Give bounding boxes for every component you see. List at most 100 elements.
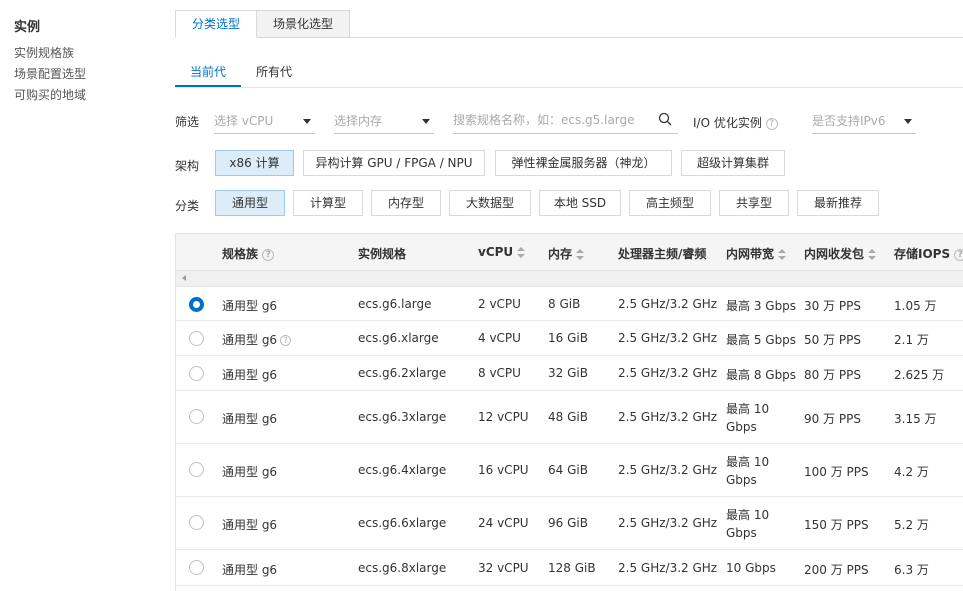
memory-select[interactable]: 选择内存 bbox=[334, 110, 434, 134]
cell-memory: 96 GiB bbox=[548, 516, 588, 530]
search-placeholder: 搜索规格名称，如：ecs.g5.large bbox=[453, 113, 635, 127]
category-option-high-frequency[interactable]: 高主频型 bbox=[629, 190, 711, 216]
scroll-left-icon[interactable] bbox=[182, 275, 186, 281]
spec-search-input[interactable]: 搜索规格名称，如：ecs.g5.large bbox=[453, 110, 678, 134]
category-label: 分类 bbox=[175, 199, 200, 213]
cell-bandwidth: 最高 3 Gbps bbox=[726, 299, 797, 313]
sidebar-item-regions[interactable]: 可购买的地域 bbox=[14, 86, 86, 103]
cell-bandwidth: 最高 8 Gbps bbox=[726, 368, 797, 382]
help-icon[interactable]: ? bbox=[954, 248, 963, 261]
horizontal-scrollbar[interactable] bbox=[176, 271, 963, 287]
row-radio[interactable] bbox=[189, 560, 204, 575]
ipv6-select[interactable]: 是否支持IPv6 bbox=[812, 110, 916, 134]
cell-vcpu: 32 vCPU bbox=[478, 561, 529, 575]
cell-spec: ecs.g6.large bbox=[358, 297, 432, 311]
arch-option-x86[interactable]: x86 计算 bbox=[215, 150, 294, 176]
search-icon[interactable] bbox=[658, 112, 672, 126]
row-radio[interactable] bbox=[189, 366, 204, 381]
cell-family: 通用型 g6 bbox=[222, 368, 278, 382]
column-header-family[interactable]: 规格族 ? bbox=[222, 245, 275, 262]
cell-pps: 50 万 PPS bbox=[804, 333, 861, 347]
column-header-vcpu-label: vCPU bbox=[478, 245, 514, 259]
io-optimized-filter[interactable]: I/O 优化实例 ? bbox=[693, 114, 778, 131]
category-option-big-data[interactable]: 大数据型 bbox=[449, 190, 531, 216]
row-radio[interactable] bbox=[189, 409, 204, 424]
sidebar-item-instance-families[interactable]: 实例规格族 bbox=[14, 44, 74, 61]
cell-memory: 128 GiB bbox=[548, 561, 596, 575]
tab-category-selection[interactable]: 分类选型 bbox=[175, 10, 258, 38]
column-header-iops[interactable]: 存储IOPS ? bbox=[894, 245, 963, 262]
category-option-compute[interactable]: 计算型 bbox=[293, 190, 363, 216]
tab-scenario-selection[interactable]: 场景化选型 bbox=[257, 10, 351, 38]
vcpu-select-placeholder: 选择 vCPU bbox=[214, 114, 274, 128]
column-header-spec: 实例规格 bbox=[358, 247, 407, 261]
memory-select-placeholder: 选择内存 bbox=[334, 114, 383, 128]
category-option-recommended[interactable]: 最新推荐 bbox=[797, 190, 879, 216]
cell-iops: 2.1 万 bbox=[894, 333, 929, 347]
column-header-bandwidth-label: 内网带宽 bbox=[726, 247, 775, 261]
column-header-memory[interactable]: 内存 bbox=[548, 245, 585, 262]
category-option-shared[interactable]: 共享型 bbox=[719, 190, 789, 216]
arch-option-bare-metal[interactable]: 弹性裸金属服务器（神龙） bbox=[495, 150, 672, 176]
chevron-down-icon bbox=[303, 119, 311, 124]
tab-current-generation[interactable]: 当前代 bbox=[175, 60, 242, 87]
cell-pps: 100 万 PPS bbox=[804, 465, 869, 479]
category-option-memory[interactable]: 内存型 bbox=[371, 190, 441, 216]
column-header-memory-label: 内存 bbox=[548, 247, 573, 261]
cell-cpu-frequency: 2.5 GHz/3.2 GHz bbox=[618, 297, 718, 311]
help-icon[interactable]: ? bbox=[280, 335, 292, 346]
table-row[interactable]: 通用型 g6 ecs.g6.2xlarge 8 vCPU 32 GiB 2.5 … bbox=[176, 356, 963, 391]
row-radio[interactable] bbox=[189, 515, 204, 530]
row-radio[interactable] bbox=[189, 297, 204, 312]
cell-family: 通用型 g6? bbox=[222, 331, 292, 348]
table-row[interactable]: 通用型 g6 ecs.g6.6xlarge 24 vCPU 96 GiB 2.5… bbox=[176, 497, 963, 550]
sidebar-title: 实例 bbox=[14, 20, 41, 35]
cell-iops: 4.2 万 bbox=[894, 465, 929, 479]
cell-memory: 64 GiB bbox=[548, 463, 588, 477]
cell-iops: 1.05 万 bbox=[894, 299, 937, 313]
cell-pps: 200 万 PPS bbox=[804, 563, 869, 577]
cell-vcpu: 16 vCPU bbox=[478, 463, 529, 477]
category-option-general[interactable]: 通用型 bbox=[215, 190, 285, 216]
cell-iops: 5.2 万 bbox=[894, 518, 929, 532]
cell-spec: ecs.g6.2xlarge bbox=[358, 366, 447, 380]
column-header-pps[interactable]: 内网收发包 bbox=[804, 245, 877, 262]
column-header-cpu-frequency: 处理器主频/睿频 bbox=[618, 247, 707, 261]
cell-pps: 30 万 PPS bbox=[804, 299, 861, 313]
table-header: 规格族 ? 实例规格 vCPU 内存 处理器主频/睿频 内网带宽 内网收发包 存… bbox=[176, 233, 963, 271]
vcpu-select[interactable]: 选择 vCPU bbox=[214, 110, 315, 134]
arch-label: 架构 bbox=[175, 159, 200, 173]
sidebar: 实例 实例规格族 场景配置选型 可购买的地域 bbox=[0, 0, 160, 591]
cell-memory: 8 GiB bbox=[548, 297, 581, 311]
help-icon[interactable]: ? bbox=[262, 248, 275, 261]
sidebar-item-scenario-config[interactable]: 场景配置选型 bbox=[14, 65, 86, 82]
tab-all-generations[interactable]: 所有代 bbox=[241, 60, 307, 87]
cell-vcpu: 2 vCPU bbox=[478, 297, 521, 311]
cell-pps: 150 万 PPS bbox=[804, 518, 869, 532]
row-radio[interactable] bbox=[189, 462, 204, 477]
category-option-local-ssd[interactable]: 本地 SSD bbox=[539, 190, 621, 216]
table-row[interactable]: 通用型 g6 ecs.g6.large 2 vCPU 8 GiB 2.5 GHz… bbox=[176, 288, 963, 321]
column-header-vcpu[interactable]: vCPU bbox=[478, 245, 526, 259]
generation-tabs: 当前代 所有代 bbox=[175, 60, 307, 88]
cell-iops: 2.625 万 bbox=[894, 368, 945, 382]
row-radio[interactable] bbox=[189, 331, 204, 346]
main-tabs: 分类选型 场景化选型 bbox=[175, 10, 351, 38]
table-row[interactable]: 通用型 g6 ecs.g6.8xlarge 32 vCPU 128 GiB 2.… bbox=[176, 550, 963, 586]
column-header-bandwidth[interactable]: 内网带宽 bbox=[726, 245, 787, 262]
cell-memory: 16 GiB bbox=[548, 331, 588, 345]
table-row[interactable]: 通用型 g6? ecs.g6.xlarge 4 vCPU 16 GiB 2.5 … bbox=[176, 321, 963, 356]
cell-memory: 48 GiB bbox=[548, 410, 588, 424]
sort-icon[interactable] bbox=[517, 246, 526, 259]
cell-cpu-frequency: 2.5 GHz/3.2 GHz bbox=[618, 331, 718, 345]
table-row[interactable]: 通用型 g6 ecs.g6.4xlarge 16 vCPU 64 GiB 2.5… bbox=[176, 444, 963, 497]
arch-option-heterogeneous[interactable]: 异构计算 GPU / FPGA / NPU bbox=[303, 150, 485, 176]
instance-spec-table: 规格族 ? 实例规格 vCPU 内存 处理器主频/睿频 内网带宽 内网收发包 存… bbox=[175, 233, 963, 591]
help-icon[interactable]: ? bbox=[765, 117, 778, 130]
sort-icon[interactable] bbox=[868, 248, 877, 261]
cell-bandwidth: 最高 5 Gbps bbox=[726, 333, 797, 347]
sort-icon[interactable] bbox=[778, 248, 787, 261]
arch-option-super-computing[interactable]: 超级计算集群 bbox=[681, 150, 785, 176]
sort-icon[interactable] bbox=[576, 248, 585, 261]
table-row[interactable]: 通用型 g6 ecs.g6.3xlarge 12 vCPU 48 GiB 2.5… bbox=[176, 391, 963, 444]
